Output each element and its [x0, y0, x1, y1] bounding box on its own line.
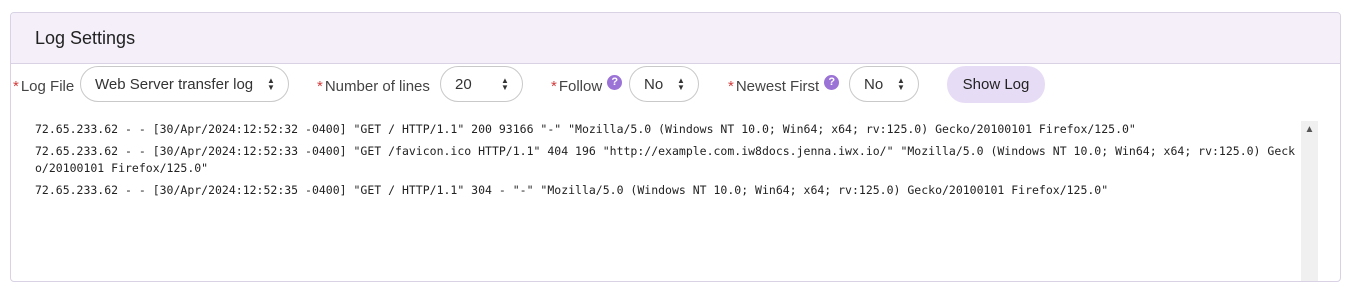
sort-arrows-icon: ▲ ▼ — [501, 76, 509, 92]
lines-label: Number of lines — [324, 77, 430, 95]
newest-first-select[interactable]: No ▲ ▼ — [849, 66, 919, 102]
newest-first-label: Newest First — [735, 77, 820, 95]
scroll-up-icon[interactable]: ▲ — [1301, 121, 1318, 137]
required-mark: * — [13, 77, 19, 95]
help-icon[interactable]: ? — [607, 74, 623, 90]
follow-select[interactable]: No ▲ ▼ — [629, 66, 699, 102]
log-file-label-group: * Log File — [13, 66, 74, 106]
lines-label-group: * Number of lines — [317, 66, 430, 106]
sort-arrows-icon: ▲ ▼ — [267, 76, 275, 92]
required-mark: * — [728, 77, 734, 95]
log-controls: * Log File Web Server transfer log ▲ ▼ * … — [11, 66, 1340, 106]
newest-first-value: No — [864, 75, 884, 93]
log-line: 72.65.233.62 - - [30/Apr/2024:12:52:35 -… — [35, 183, 1109, 197]
show-log-button[interactable]: Show Log — [947, 66, 1045, 103]
log-scrollbar[interactable]: ▲ — [1301, 121, 1318, 281]
lines-select[interactable]: 20 ▲ ▼ — [440, 66, 523, 102]
log-settings-panel: Log Settings * Log File Web Server trans… — [10, 12, 1341, 282]
sort-arrows-icon: ▲ ▼ — [897, 76, 905, 92]
panel-title: Log Settings — [35, 27, 136, 48]
log-line: 72.65.233.62 - - [30/Apr/2024:12:52:33 -… — [35, 144, 1296, 175]
log-file-label: Log File — [20, 77, 75, 95]
lines-value: 20 — [455, 75, 472, 93]
help-icon[interactable]: ? — [824, 74, 840, 90]
required-mark: * — [317, 77, 323, 95]
sort-arrows-icon: ▲ ▼ — [677, 76, 685, 92]
log-output: 72.65.233.62 - - [30/Apr/2024:12:52:32 -… — [11, 121, 1301, 281]
log-file-select[interactable]: Web Server transfer log ▲ ▼ — [80, 66, 289, 102]
log-file-value: Web Server transfer log — [95, 75, 254, 93]
follow-label-group: * Follow ? — [551, 66, 623, 106]
required-mark: * — [551, 77, 557, 95]
panel-header: Log Settings — [11, 13, 1340, 64]
follow-label: Follow — [558, 77, 603, 95]
follow-value: No — [644, 75, 664, 93]
newest-first-label-group: * Newest First ? — [728, 66, 840, 106]
log-line: 72.65.233.62 - - [30/Apr/2024:12:52:32 -… — [35, 122, 1136, 136]
